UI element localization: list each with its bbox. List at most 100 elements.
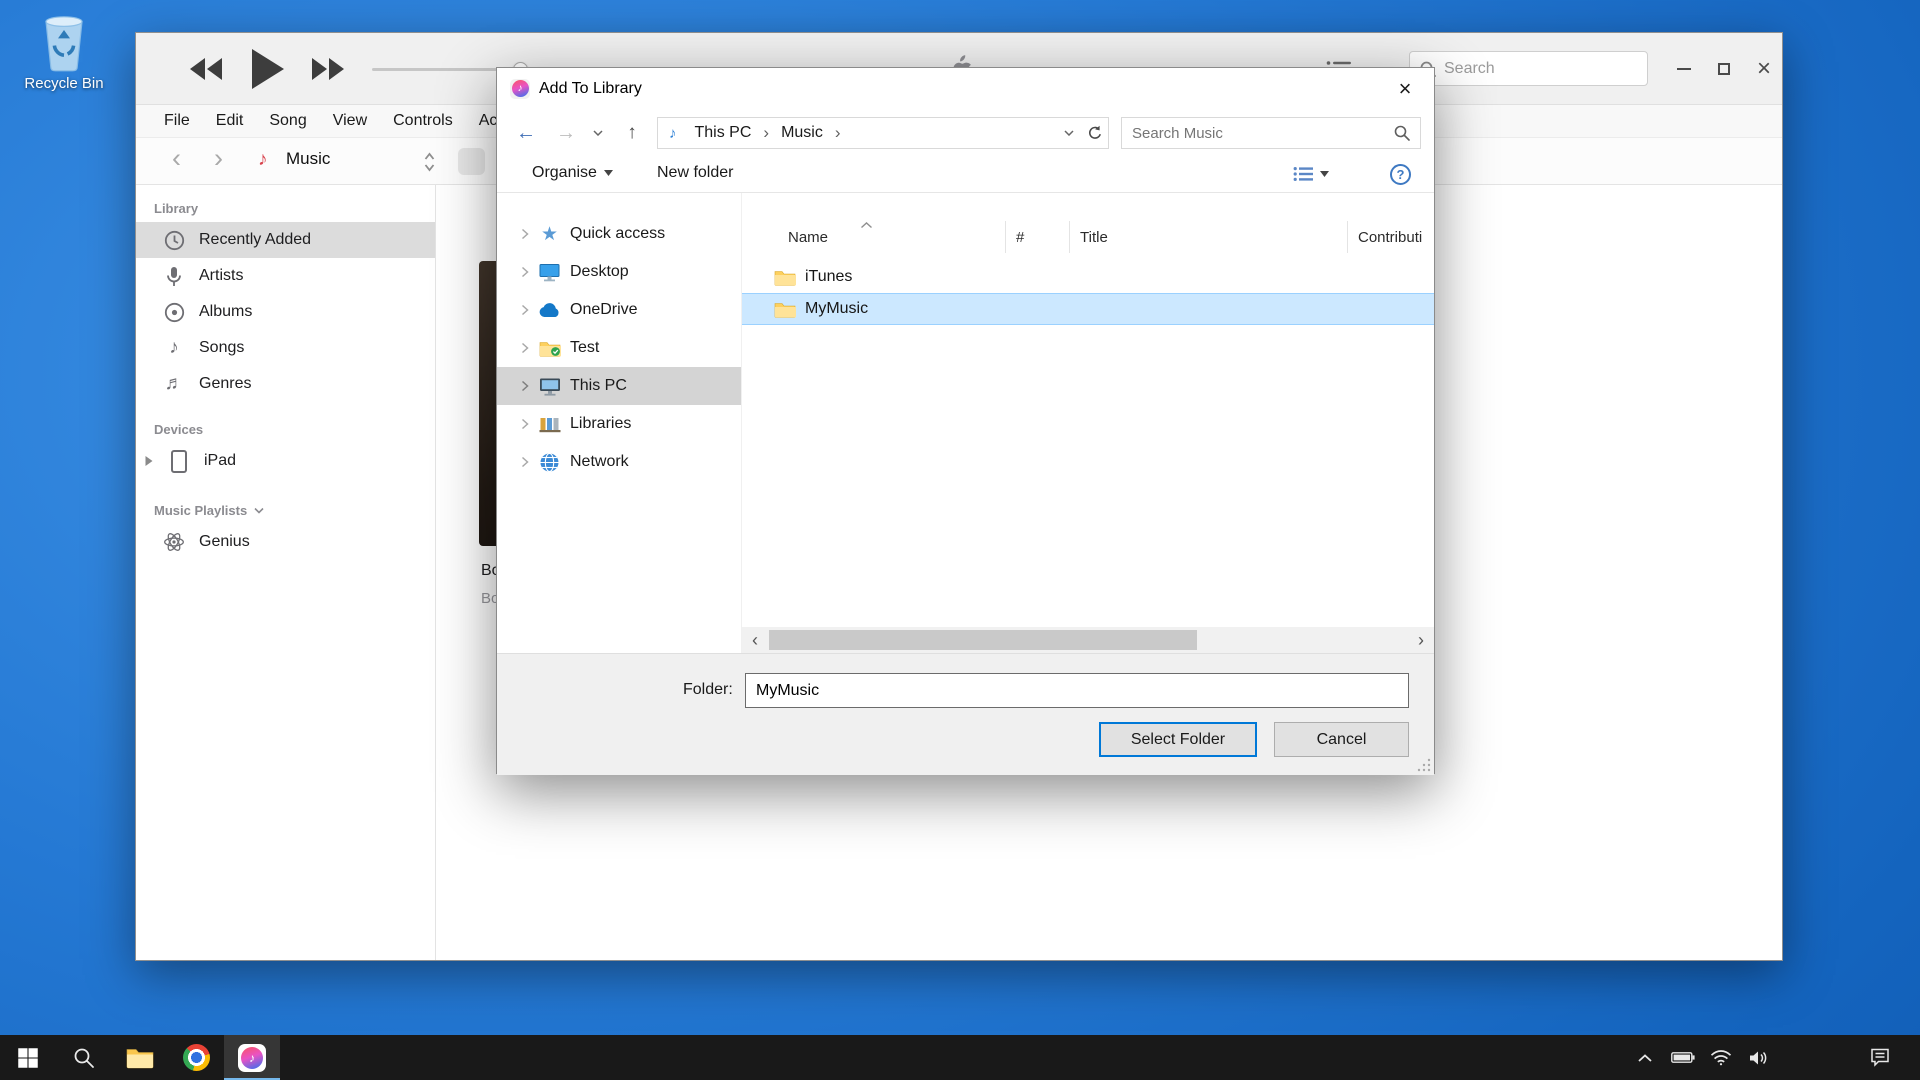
taskbar-search-button[interactable] (56, 1035, 112, 1080)
media-type-selector[interactable]: Music (286, 149, 330, 169)
menu-item-song[interactable]: Song (256, 112, 319, 130)
change-view-button[interactable] (1293, 166, 1329, 182)
selector-chevrons-icon[interactable] (424, 151, 435, 173)
breadcrumb-separator-icon[interactable]: › (827, 123, 849, 143)
sidebar-item-recently-added[interactable]: Recently Added (136, 222, 435, 258)
close-button[interactable]: × (1744, 33, 1784, 105)
sidebar-item-artists[interactable]: Artists (136, 258, 435, 294)
itunes-search-box[interactable] (1409, 51, 1648, 86)
tree-item-desktop[interactable]: Desktop (497, 253, 741, 291)
sidebar-item-genres[interactable]: ♬ Genres (136, 366, 435, 402)
recycle-bin-shortcut[interactable]: Recycle Bin (16, 12, 112, 92)
fast-forward-button[interactable] (312, 58, 344, 80)
column-label: Contributi (1358, 229, 1422, 246)
disclosure-triangle-icon[interactable] (144, 455, 154, 467)
forward-button[interactable]: › (214, 143, 223, 174)
expand-chevron-icon[interactable] (521, 228, 529, 240)
taskbar-itunes-button[interactable]: ♪ (224, 1035, 280, 1080)
chevron-down-icon (593, 130, 603, 136)
sidebar-item-genius[interactable]: Genius (136, 524, 435, 560)
scrollbar-thumb[interactable] (769, 630, 1197, 650)
minimize-button[interactable] (1664, 33, 1704, 105)
menu-item-view[interactable]: View (320, 112, 380, 130)
playlists-section-header[interactable]: Music Playlists (154, 503, 435, 518)
refresh-icon[interactable] (1082, 125, 1108, 141)
horizontal-scrollbar[interactable]: ‹ › (742, 627, 1434, 653)
folder-name-input[interactable] (745, 673, 1409, 708)
file-row-itunes[interactable]: iTunes (742, 261, 1434, 293)
address-dropdown-icon[interactable] (1056, 130, 1082, 136)
battery-status[interactable] (1664, 1035, 1702, 1080)
folder-icon (774, 301, 796, 318)
address-bar[interactable]: ♪ This PC › Music › (657, 117, 1109, 149)
tree-item-network[interactable]: Network (497, 443, 741, 481)
recent-locations-dropdown[interactable] (587, 124, 609, 142)
maximize-button[interactable] (1704, 33, 1744, 105)
scroll-left-arrow[interactable]: ‹ (742, 627, 768, 653)
back-button[interactable]: ‹ (172, 143, 181, 174)
play-button[interactable] (252, 49, 284, 89)
expand-chevron-icon[interactable] (521, 418, 529, 430)
sidebar-item-albums[interactable]: Albums (136, 294, 435, 330)
expand-chevron-icon[interactable] (521, 380, 529, 392)
itunes-search-input[interactable] (1444, 60, 1637, 78)
sidebar-item-songs[interactable]: ♪ Songs (136, 330, 435, 366)
menu-item-edit[interactable]: Edit (203, 112, 257, 130)
action-center-button[interactable] (1856, 1035, 1904, 1080)
taskbar-chrome-button[interactable] (168, 1035, 224, 1080)
tree-item-quick-access[interactable]: ★ Quick access (497, 215, 741, 253)
new-folder-button[interactable]: New folder (657, 164, 733, 182)
dialog-search-box[interactable] (1121, 117, 1421, 149)
system-tray (1626, 1035, 1904, 1080)
nav-forward-button[interactable]: → (551, 118, 581, 148)
windows-start-icon (15, 1045, 41, 1071)
tree-item-libraries[interactable]: Libraries (497, 405, 741, 443)
network-status[interactable] (1702, 1035, 1740, 1080)
computer-icon (538, 377, 561, 396)
battery-icon (1671, 1051, 1695, 1064)
taskbar-file-explorer-button[interactable] (112, 1035, 168, 1080)
column-header-title[interactable]: Title (1070, 221, 1348, 253)
breadcrumb-separator-icon[interactable]: › (755, 123, 777, 143)
help-button[interactable]: ? (1390, 164, 1411, 185)
column-header-number[interactable]: # (1006, 221, 1070, 253)
chevron-down-icon (254, 507, 264, 514)
hidden-icons-button[interactable] (1626, 1035, 1664, 1080)
dialog-close-button[interactable]: × (1376, 68, 1434, 109)
organise-button[interactable]: Organise (532, 164, 613, 182)
menu-item-file[interactable]: File (151, 112, 203, 130)
scroll-right-arrow[interactable]: › (1408, 627, 1434, 653)
rewind-button[interactable] (190, 58, 222, 80)
tree-item-onedrive[interactable]: OneDrive (497, 291, 741, 329)
cancel-button[interactable]: Cancel (1274, 722, 1409, 757)
nav-back-button[interactable]: ← (511, 118, 541, 148)
sidebar-item-label: Genius (199, 533, 250, 551)
column-header-contributing[interactable]: Contributi (1348, 221, 1434, 253)
dialog-titlebar[interactable]: ♪ Add To Library (497, 68, 1434, 109)
tree-item-test[interactable]: Test (497, 329, 741, 367)
resize-grip[interactable] (1417, 758, 1431, 772)
column-header-name[interactable]: Name (742, 221, 1006, 253)
sidebar-item-ipad[interactable]: iPad (136, 443, 435, 479)
select-folder-button[interactable]: Select Folder (1099, 722, 1257, 757)
start-button[interactable] (0, 1035, 56, 1080)
tree-item-this-pc[interactable]: This PC (497, 367, 741, 405)
devices-section-header: Devices (154, 422, 435, 437)
breadcrumb-music[interactable]: Music (777, 124, 827, 142)
expand-chevron-icon[interactable] (521, 266, 529, 278)
nav-up-button[interactable]: ↑ (617, 118, 647, 148)
chevron-down-icon (1320, 171, 1329, 177)
expand-chevron-icon[interactable] (521, 456, 529, 468)
menu-item-controls[interactable]: Controls (380, 112, 466, 130)
file-name: iTunes (805, 268, 852, 286)
breadcrumb-this-pc[interactable]: This PC (691, 124, 756, 142)
file-row-mymusic[interactable]: MyMusic (742, 293, 1434, 325)
close-icon: × (1757, 57, 1771, 81)
volume-status[interactable] (1740, 1035, 1778, 1080)
dialog-search-input[interactable] (1132, 125, 1386, 142)
tree-item-label: Network (570, 453, 629, 471)
expand-chevron-icon[interactable] (521, 304, 529, 316)
view-options-button[interactable] (458, 148, 485, 175)
chevron-down-icon (604, 170, 613, 176)
expand-chevron-icon[interactable] (521, 342, 529, 354)
